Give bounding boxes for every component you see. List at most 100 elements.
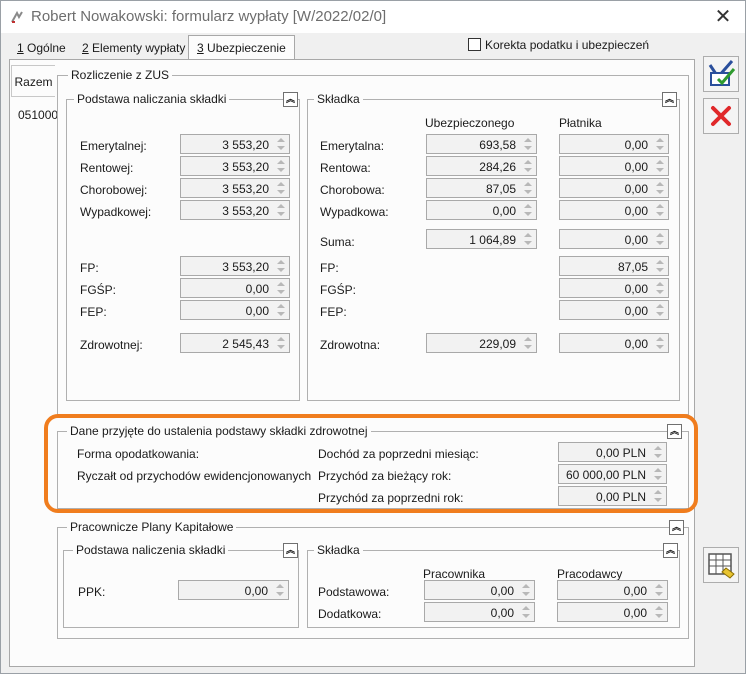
spinner-icon[interactable] [521, 158, 535, 174]
spinner-icon[interactable] [652, 582, 666, 598]
field-fgsp[interactable]: 0,00 [180, 278, 290, 298]
field-zdrowotnej[interactable]: 2 545,43 [180, 333, 290, 353]
label-dochod-poprzedni-miesiac: Dochód za poprzedni miesiąc: [318, 447, 479, 461]
field-emerytalnej[interactable]: 3 553,20 [180, 134, 290, 154]
collapse-ppk-skladka-icon[interactable]: ︽ [663, 543, 678, 558]
field-wypadkowej[interactable]: 3 553,20 [180, 200, 290, 220]
spinner-icon[interactable] [521, 231, 535, 247]
ppk-group-title: Pracownicze Plany Kapitałowe [67, 520, 237, 534]
value: 0,00 [624, 138, 648, 152]
collapse-ppk-podstawa-icon[interactable]: ︽ [283, 543, 298, 558]
spinner-icon[interactable] [521, 202, 535, 218]
field-fgsp-platnik[interactable]: 0,00 [559, 278, 669, 298]
value: 0,00 PLN [595, 446, 646, 460]
field-suma-ubezp[interactable]: 1 064,89 [426, 229, 537, 249]
close-icon[interactable]: ✕ [709, 4, 737, 30]
spinner-icon[interactable] [653, 280, 667, 296]
field-chorobowa-platnik[interactable]: 0,00 [559, 178, 669, 198]
tab-ubezpieczenie[interactable]: 3 Ubezpieczenie [188, 35, 295, 60]
field-rentowa-ubezp[interactable]: 284,26 [426, 156, 537, 176]
field-emerytalna-platnik[interactable]: 0,00 [559, 134, 669, 154]
korekta-label: Korekta podatku i ubezpieczeń [485, 38, 650, 52]
save-button[interactable] [703, 56, 739, 92]
collapse-zdrowotna-icon[interactable]: ︽ [667, 424, 682, 439]
label-dodatkowa: Dodatkowa: [318, 607, 382, 621]
spinner-icon[interactable] [653, 180, 667, 196]
side-tab-razem[interactable]: Razem [11, 65, 55, 97]
tab-ogolne[interactable]: 1 Ogólne [17, 37, 66, 59]
label-fp: FP: [80, 261, 99, 275]
field-fep[interactable]: 0,00 [180, 300, 290, 320]
spinner-icon[interactable] [274, 258, 288, 274]
field-przychod-biezacy-rok[interactable]: 60 000,00 PLN [558, 464, 667, 484]
spinner-icon[interactable] [519, 604, 533, 620]
field-emerytalna-ubezp[interactable]: 693,58 [426, 134, 537, 154]
field-fep-platnik[interactable]: 0,00 [559, 300, 669, 320]
field-podstawowa-pracownika[interactable]: 0,00 [424, 580, 535, 600]
value: 0,00 [624, 160, 648, 174]
field-fp[interactable]: 3 553,20 [180, 256, 290, 276]
korekta-checkbox[interactable]: Korekta podatku i ubezpieczeń [468, 38, 649, 52]
tab-elementy-wyplaty[interactable]: 2 Elementy wypłaty [82, 37, 185, 59]
field-zdrowotna-ubezp[interactable]: 229,09 [426, 333, 537, 353]
spinner-icon[interactable] [274, 180, 288, 196]
field-chorobowa-ubezp[interactable]: 87,05 [426, 178, 537, 198]
payout-form-window: Robert Nowakowski: formularz wypłaty [W/… [0, 0, 746, 674]
field-wypadkowa-ubezp[interactable]: 0,00 [426, 200, 537, 220]
field-dodatkowa-pracownika[interactable]: 0,00 [424, 602, 535, 622]
checkbox-box[interactable] [468, 38, 481, 51]
field-chorobowej[interactable]: 3 553,20 [180, 178, 290, 198]
calculator-table-button[interactable] [703, 547, 739, 583]
field-zdrowotna-platnik[interactable]: 0,00 [559, 333, 669, 353]
col-header-pracodawcy: Pracodawcy [557, 567, 623, 581]
spinner-icon[interactable] [652, 604, 666, 620]
field-wypadkowa-platnik[interactable]: 0,00 [559, 200, 669, 220]
collapse-podstawa-icon[interactable]: ︽ [283, 92, 298, 107]
value: 0,00 [624, 304, 648, 318]
spinner-icon[interactable] [273, 582, 287, 598]
spinner-icon[interactable] [651, 488, 665, 504]
spinner-icon[interactable] [653, 302, 667, 318]
field-podstawowa-pracodawcy[interactable]: 0,00 [557, 580, 668, 600]
spinner-icon[interactable] [653, 335, 667, 351]
spinner-icon[interactable] [274, 158, 288, 174]
spinner-icon[interactable] [274, 136, 288, 152]
label-chorobowej: Chorobowej: [80, 183, 148, 197]
spinner-icon[interactable] [653, 158, 667, 174]
label-emerytalnej: Emerytalnej: [80, 139, 147, 153]
tab-label: Ubezpieczenie [203, 41, 286, 55]
spinner-icon[interactable] [274, 335, 288, 351]
spinner-icon[interactable] [521, 136, 535, 152]
collapse-ppk-icon[interactable]: ︽ [669, 520, 684, 535]
field-przychod-poprzedni-rok[interactable]: 0,00 PLN [558, 486, 667, 506]
field-suma-platnik[interactable]: 0,00 [559, 229, 669, 249]
side-code[interactable]: 051000 [18, 108, 58, 122]
window-title: Robert Nowakowski: formularz wypłaty [W/… [31, 8, 387, 25]
spinner-icon[interactable] [653, 136, 667, 152]
collapse-skladka-icon[interactable]: ︽ [662, 92, 677, 107]
spinner-icon[interactable] [521, 180, 535, 196]
field-dochod-poprzedni-miesiac[interactable]: 0,00 PLN [558, 442, 667, 462]
zus-group-title: Rozliczenie z ZUS [68, 68, 173, 82]
field-ppk[interactable]: 0,00 [178, 580, 289, 600]
spinner-icon[interactable] [274, 280, 288, 296]
spinner-icon[interactable] [519, 582, 533, 598]
field-rentowej[interactable]: 3 553,20 [180, 156, 290, 176]
field-dodatkowa-pracodawcy[interactable]: 0,00 [557, 602, 668, 622]
cancel-button[interactable] [703, 98, 739, 134]
spinner-icon[interactable] [274, 302, 288, 318]
spinner-icon[interactable] [521, 335, 535, 351]
spinner-icon[interactable] [651, 444, 665, 460]
spinner-icon[interactable] [653, 202, 667, 218]
title-bar: Robert Nowakowski: formularz wypłaty [W/… [1, 1, 745, 33]
field-fp-platnik[interactable]: 87,05 [559, 256, 669, 276]
spinner-icon[interactable] [651, 466, 665, 482]
spinner-icon[interactable] [653, 258, 667, 274]
label-emerytalna: Emerytalna: [320, 139, 385, 153]
value: 0,00 [623, 584, 647, 598]
field-rentowa-platnik[interactable]: 0,00 [559, 156, 669, 176]
tab-label: Ogólne [23, 41, 66, 55]
spinner-icon[interactable] [274, 202, 288, 218]
save-check-icon [708, 60, 736, 86]
spinner-icon[interactable] [653, 231, 667, 247]
